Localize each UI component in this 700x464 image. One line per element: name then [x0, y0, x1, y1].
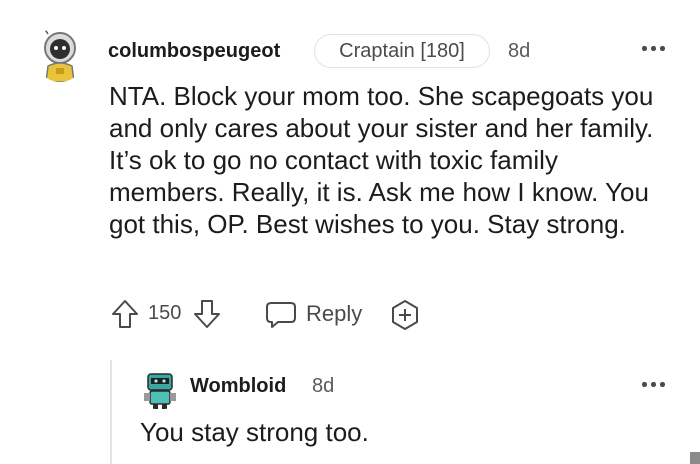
- reply-button[interactable]: Reply: [306, 301, 362, 327]
- more-options-icon[interactable]: [640, 376, 670, 392]
- speech-bubble-icon[interactable]: [264, 298, 298, 330]
- scrollbar-thumb[interactable]: [690, 452, 700, 464]
- comment-thread: columbospeugeot Craptain [180] 8d NTA. B…: [0, 0, 700, 464]
- comment-body: NTA. Block your mom too. She scapegoats …: [109, 81, 654, 239]
- astronaut-avatar-icon: [34, 26, 86, 82]
- robot-avatar-icon: [140, 368, 180, 410]
- reply-avatar[interactable]: [140, 368, 180, 410]
- user-flair: Craptain [180]: [314, 34, 490, 68]
- plus-award-icon[interactable]: [388, 298, 422, 332]
- comment-timestamp[interactable]: 8d: [508, 40, 530, 63]
- reply-body: You stay strong too.: [140, 417, 369, 447]
- more-options-icon[interactable]: [640, 40, 670, 56]
- comment-author[interactable]: columbospeugeot: [108, 40, 280, 63]
- vote-score: 150: [148, 302, 182, 324]
- arrow-up-icon[interactable]: [110, 298, 140, 330]
- thread-line[interactable]: [110, 360, 112, 464]
- arrow-down-icon[interactable]: [192, 298, 222, 330]
- user-avatar[interactable]: [34, 26, 86, 82]
- reply-author[interactable]: Wombloid: [190, 375, 286, 398]
- reply-timestamp[interactable]: 8d: [312, 375, 334, 398]
